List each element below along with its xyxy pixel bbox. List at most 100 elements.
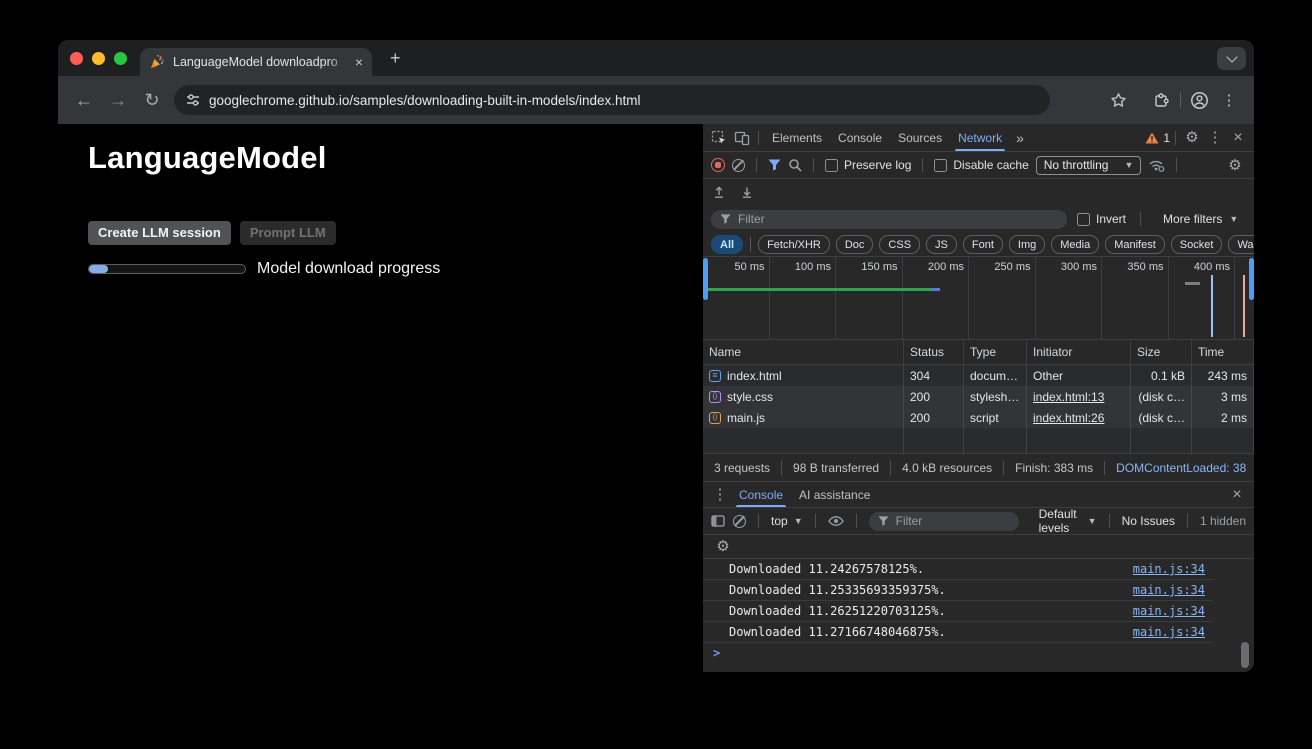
request-type-chip[interactable]: Media — [1051, 235, 1099, 254]
devtools-menu-icon[interactable]: ⋮ — [1204, 128, 1226, 148]
request-type-chip[interactable]: Socket — [1171, 235, 1223, 254]
devtools-tab[interactable]: Elements — [764, 124, 830, 151]
column-header[interactable]: Status — [904, 340, 964, 364]
maximize-window-button[interactable] — [114, 52, 127, 65]
disable-cache-checkbox[interactable]: Disable cache — [934, 158, 1028, 172]
extensions-puzzle-icon[interactable] — [1147, 85, 1177, 115]
more-tabs-icon[interactable]: » — [1011, 130, 1029, 146]
console-prompt[interactable]: > — [703, 643, 1254, 663]
request-status-cell: 200 — [904, 386, 964, 407]
console-settings-icon[interactable]: ⚙ — [712, 537, 734, 557]
log-levels-select[interactable]: Default levels▼ — [1039, 507, 1097, 535]
back-button[interactable]: ← — [68, 85, 100, 115]
request-size-cell: 0.1 kB — [1131, 365, 1192, 386]
clear-network-log-icon[interactable] — [732, 159, 745, 172]
console-message[interactable]: Downloaded 11.24267578125%. main.js:34 — [703, 559, 1213, 580]
network-overview-timeline[interactable]: 50 ms 100 ms 150 ms 200 ms — [703, 257, 1254, 340]
request-type-chip[interactable]: CSS — [879, 235, 920, 254]
network-settings-icon[interactable]: ⚙ — [1224, 155, 1246, 175]
address-bar[interactable]: googlechrome.github.io/samples/downloadi… — [174, 85, 1050, 115]
device-toolbar-icon[interactable] — [731, 128, 753, 148]
tab-strip: LanguageModel downloadpro × + — [58, 40, 1254, 76]
warning-badge[interactable]: 1 — [1145, 131, 1170, 145]
devtools-close-icon[interactable]: × — [1227, 128, 1249, 148]
request-row[interactable]: style.css 200 stylesh… index.html:13 (di… — [703, 386, 1254, 407]
preserve-log-checkbox[interactable]: Preserve log — [825, 158, 911, 172]
summary-item: 98 B transferred — [782, 461, 891, 475]
create-llm-session-button[interactable]: Create LLM session — [88, 221, 231, 245]
tab-overflow-button[interactable] — [1217, 47, 1246, 70]
import-har-icon[interactable] — [712, 185, 726, 199]
network-filter-input[interactable]: Filter — [711, 210, 1067, 229]
prompt-llm-button[interactable]: Prompt LLM — [240, 221, 336, 245]
forward-button[interactable]: → — [102, 85, 134, 115]
network-filter-row: Filter Invert More filters▼ — [703, 205, 1254, 233]
close-window-button[interactable] — [70, 52, 83, 65]
devtools-tab[interactable]: Network — [950, 124, 1010, 151]
console-message[interactable]: Downloaded 11.27166748046875%. main.js:3… — [703, 622, 1213, 643]
execution-context-select[interactable]: top▼ — [771, 514, 803, 528]
record-network-log-icon[interactable] — [711, 158, 725, 172]
hidden-messages-count[interactable]: 1 hidden — [1200, 514, 1246, 528]
request-type-chip[interactable]: Manifest — [1105, 235, 1165, 254]
new-tab-button[interactable]: + — [390, 49, 401, 67]
tab-close-icon[interactable]: × — [355, 55, 363, 69]
console-scrollbar-thumb[interactable] — [1241, 642, 1249, 668]
console-source-link[interactable]: main.js:34 — [1133, 604, 1205, 618]
request-type-chip[interactable]: All — [711, 235, 743, 254]
clear-console-icon[interactable] — [733, 515, 746, 528]
export-har-icon[interactable] — [740, 185, 754, 199]
profile-avatar-icon[interactable] — [1184, 85, 1214, 115]
browser-window: LanguageModel downloadpro × + ← → ↻ goog… — [58, 40, 1254, 672]
divider — [1175, 131, 1176, 145]
console-source-link[interactable]: main.js:34 — [1133, 562, 1205, 576]
more-filters-button[interactable]: More filters▼ — [1163, 212, 1238, 226]
drawer-tab[interactable]: AI assistance — [791, 482, 878, 507]
request-type-chip[interactable]: Doc — [836, 235, 874, 254]
minimize-window-button[interactable] — [92, 52, 105, 65]
timeline-left-handle[interactable] — [703, 258, 708, 300]
request-type-chip[interactable]: Fetch/XHR — [758, 235, 830, 254]
column-header[interactable]: Name — [703, 340, 904, 364]
browser-menu-icon[interactable]: ⋮ — [1214, 85, 1244, 115]
filter-funnel-icon — [878, 516, 889, 526]
drawer-menu-icon[interactable]: ⋮ — [709, 485, 731, 505]
chevron-down-icon — [1226, 51, 1237, 62]
devtools-settings-icon[interactable]: ⚙ — [1181, 128, 1203, 148]
request-row[interactable]: main.js 200 script index.html:26 (disk c… — [703, 407, 1254, 428]
network-conditions-icon[interactable] — [1148, 158, 1165, 172]
no-issues-label[interactable]: No Issues — [1122, 514, 1175, 528]
drawer-tab[interactable]: Console — [731, 482, 791, 507]
bookmark-star-icon[interactable] — [1103, 85, 1133, 115]
devtools-tab[interactable]: Console — [830, 124, 890, 151]
devtools-tab[interactable]: Sources — [890, 124, 950, 151]
request-type-chip[interactable]: Wasm — [1228, 235, 1254, 254]
request-type-chip[interactable]: Img — [1009, 235, 1045, 254]
request-initiator-cell: Other — [1027, 365, 1131, 386]
console-message[interactable]: Downloaded 11.26251220703125%. main.js:3… — [703, 601, 1213, 622]
throttling-select[interactable]: No throttling▼ — [1036, 156, 1142, 175]
console-filter-input[interactable]: Filter — [869, 512, 1019, 531]
request-type-chip[interactable]: Font — [963, 235, 1003, 254]
request-type-chip[interactable]: JS — [926, 235, 957, 254]
live-expression-eye-icon[interactable] — [828, 515, 844, 527]
browser-tab[interactable]: LanguageModel downloadpro × — [140, 48, 372, 76]
request-row[interactable]: index.html 304 docum… Other 0.1 kB 243 m… — [703, 365, 1254, 386]
filter-funnel-icon[interactable] — [768, 159, 781, 171]
site-settings-icon[interactable] — [186, 93, 200, 107]
column-header[interactable]: Initiator — [1027, 340, 1131, 364]
column-header[interactable]: Time — [1192, 340, 1254, 364]
invert-checkbox[interactable]: Invert — [1077, 212, 1126, 226]
divider — [756, 158, 757, 172]
inspect-element-icon[interactable] — [708, 128, 730, 148]
console-sidebar-icon[interactable] — [711, 515, 725, 527]
column-header[interactable]: Type — [964, 340, 1027, 364]
console-source-link[interactable]: main.js:34 — [1133, 583, 1205, 597]
search-icon[interactable] — [788, 158, 802, 172]
console-message[interactable]: Downloaded 11.25335693359375%. main.js:3… — [703, 580, 1213, 601]
reload-button[interactable]: ↻ — [136, 85, 168, 115]
console-source-link[interactable]: main.js:34 — [1133, 625, 1205, 639]
timeline-right-handle[interactable] — [1249, 258, 1254, 300]
drawer-close-icon[interactable]: × — [1226, 485, 1248, 505]
column-header[interactable]: Size — [1131, 340, 1192, 364]
